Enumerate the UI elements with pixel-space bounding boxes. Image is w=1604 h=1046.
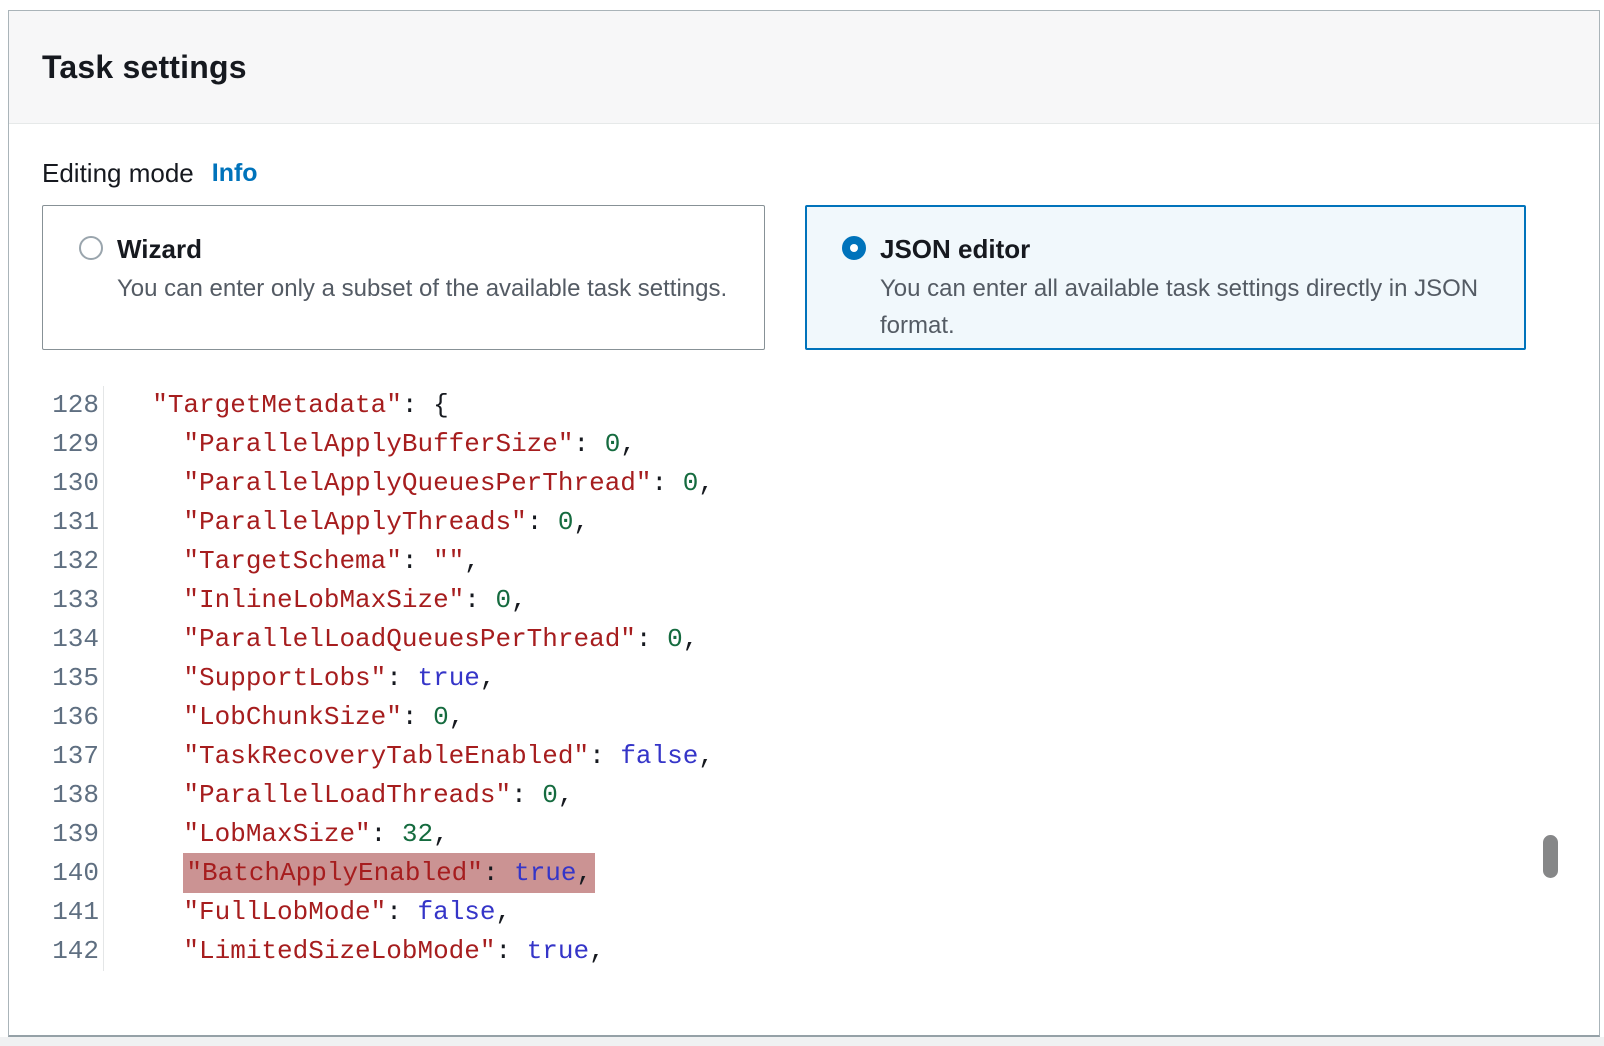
code-line-text: "LimitedSizeLobMode": true,: [104, 936, 605, 966]
code-line-text: "BatchApplyEnabled": true,: [104, 858, 595, 888]
json-editor-option-label: JSON editor: [880, 232, 1492, 266]
radio-unselected-icon[interactable]: [79, 236, 103, 260]
code-line-text: "InlineLobMaxSize": 0,: [104, 585, 527, 615]
code-line[interactable]: 141 "FullLobMode": false,: [42, 893, 1599, 932]
json-code-editor[interactable]: 128 "TargetMetadata": {129 "ParallelAppl…: [42, 386, 1599, 971]
editing-mode-row: Editing mode Info: [42, 157, 1599, 189]
line-number: 142: [42, 932, 104, 971]
line-number: 138: [42, 776, 104, 815]
code-line[interactable]: 130 "ParallelApplyQueuesPerThread": 0,: [42, 464, 1599, 503]
wizard-option-card[interactable]: Wizard You can enter only a subset of th…: [42, 205, 765, 350]
info-link[interactable]: Info: [212, 159, 258, 188]
editing-mode-label: Editing mode: [42, 158, 194, 189]
code-line-text: "LobMaxSize": 32,: [104, 819, 449, 849]
panel-body: Editing mode Info Wizard You can enter o…: [9, 157, 1599, 971]
code-line[interactable]: 136 "LobChunkSize": 0,: [42, 698, 1599, 737]
json-editor-option-text: JSON editor You can enter all available …: [880, 232, 1492, 344]
line-number: 141: [42, 893, 104, 932]
scrollbar-thumb[interactable]: [1543, 835, 1558, 878]
line-number: 128: [42, 386, 104, 425]
code-line[interactable]: 139 "LobMaxSize": 32,: [42, 815, 1599, 854]
code-line[interactable]: 133 "InlineLobMaxSize": 0,: [42, 581, 1599, 620]
code-line-text: "ParallelLoadQueuesPerThread": 0,: [104, 624, 698, 654]
code-line-text: "ParallelLoadThreads": 0,: [104, 780, 574, 810]
code-line[interactable]: 140 "BatchApplyEnabled": true,: [42, 854, 1599, 893]
json-editor-option-card[interactable]: JSON editor You can enter all available …: [805, 205, 1526, 350]
code-line[interactable]: 134 "ParallelLoadQueuesPerThread": 0,: [42, 620, 1599, 659]
line-number: 134: [42, 620, 104, 659]
wizard-option-text: Wizard You can enter only a subset of th…: [117, 232, 727, 307]
code-line-text: "LobChunkSize": 0,: [104, 702, 464, 732]
code-line[interactable]: 131 "ParallelApplyThreads": 0,: [42, 503, 1599, 542]
json-editor-option-description: You can enter all available task setting…: [880, 270, 1492, 344]
code-line[interactable]: 138 "ParallelLoadThreads": 0,: [42, 776, 1599, 815]
radio-selected-icon[interactable]: [842, 236, 866, 260]
line-number: 139: [42, 815, 104, 854]
line-number: 130: [42, 464, 104, 503]
line-number: 136: [42, 698, 104, 737]
code-line-text: "ParallelApplyBufferSize": 0,: [104, 429, 636, 459]
panel-header: Task settings: [9, 11, 1599, 124]
task-settings-panel: Task settings Editing mode Info Wizard Y…: [8, 10, 1600, 1037]
line-number: 131: [42, 503, 104, 542]
code-line[interactable]: 132 "TargetSchema": "",: [42, 542, 1599, 581]
page-title: Task settings: [42, 49, 247, 86]
line-number: 133: [42, 581, 104, 620]
code-line-text: "ParallelApplyQueuesPerThread": 0,: [104, 468, 714, 498]
code-line-text: "TargetSchema": "",: [104, 546, 480, 576]
code-line[interactable]: 137 "TaskRecoveryTableEnabled": false,: [42, 737, 1599, 776]
code-line-text: "FullLobMode": false,: [104, 897, 511, 927]
code-line[interactable]: 129 "ParallelApplyBufferSize": 0,: [42, 425, 1599, 464]
code-line-text: "TaskRecoveryTableEnabled": false,: [104, 741, 714, 771]
code-line[interactable]: 135 "SupportLobs": true,: [42, 659, 1599, 698]
line-number: 140: [42, 854, 104, 893]
line-number: 135: [42, 659, 104, 698]
code-line[interactable]: 128 "TargetMetadata": {: [42, 386, 1599, 425]
editing-mode-options: Wizard You can enter only a subset of th…: [42, 205, 1599, 350]
code-line-text: "ParallelApplyThreads": 0,: [104, 507, 589, 537]
page-background-strip: [0, 1037, 1604, 1046]
wizard-option-description: You can enter only a subset of the avail…: [117, 270, 727, 307]
highlighted-code: "BatchApplyEnabled": true,: [183, 853, 595, 893]
code-line-text: "TargetMetadata": {: [104, 390, 449, 420]
line-number: 132: [42, 542, 104, 581]
line-number: 129: [42, 425, 104, 464]
code-line-text: "SupportLobs": true,: [104, 663, 496, 693]
wizard-option-label: Wizard: [117, 232, 727, 266]
code-line[interactable]: 142 "LimitedSizeLobMode": true,: [42, 932, 1599, 971]
line-number: 137: [42, 737, 104, 776]
